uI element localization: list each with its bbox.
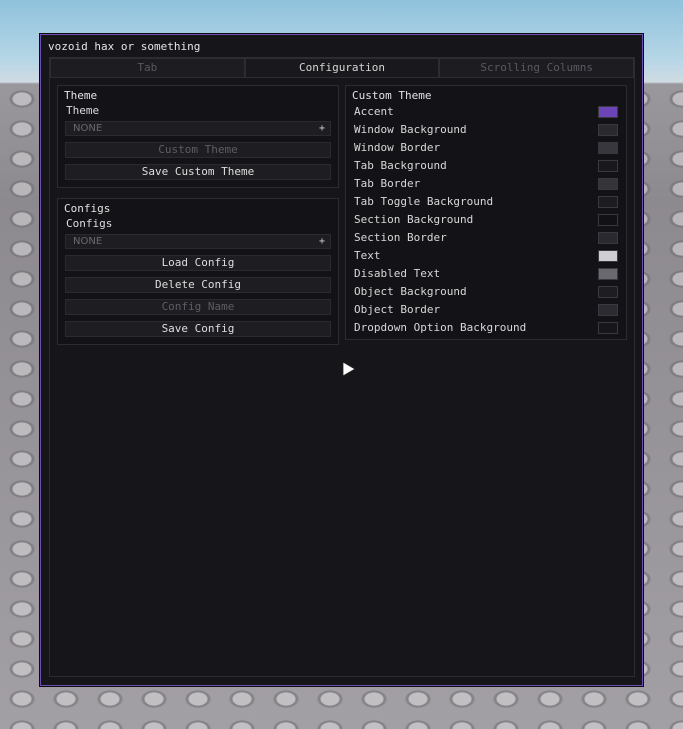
color-option-label: Window Background [354,123,467,136]
color-option-row: Tab Border [354,176,618,192]
ui-window: vozoid hax or something Tab Configuratio… [40,34,643,686]
color-option-label: Window Border [354,141,441,154]
configs-dropdown-label: Configs [66,217,113,230]
color-option-label: Accent [354,105,394,118]
color-swatch[interactable] [598,250,618,262]
color-option-label: Tab Background [354,159,447,172]
color-option-row: Object Border [354,302,618,318]
load-config-button[interactable]: Load Config [65,255,331,271]
color-option-label: Section Border [354,231,447,244]
window-title: vozoid hax or something [48,40,201,53]
custom-theme-title: Custom Theme [352,89,432,102]
color-option-row: Accent [354,104,618,120]
custom-theme-section: Custom Theme Accent Window Background Wind… [345,85,627,340]
configs-section: Configs Configs NONE + Load Config Delet… [57,198,339,345]
color-option-row: Window Background [354,122,618,138]
configs-dropdown[interactable]: NONE + [65,234,331,249]
color-option-label: Tab Toggle Background [354,195,494,208]
color-swatch[interactable] [598,160,618,172]
theme-section: Theme Theme NONE + Custom Theme Save Cus… [57,85,339,188]
tab-bar: Tab Configuration Scrolling Columns [50,58,635,78]
color-option-label: Tab Border [354,177,421,190]
color-option-label: Disabled Text [354,267,441,280]
color-swatch[interactable] [598,106,618,118]
plus-icon: + [318,236,325,247]
color-swatch[interactable] [598,286,618,298]
color-swatch[interactable] [598,178,618,190]
color-swatch[interactable] [598,214,618,226]
theme-section-title: Theme [64,89,98,102]
color-swatch[interactable] [598,304,618,316]
color-option-label: Text [354,249,381,262]
color-option-row: Text [354,248,618,264]
color-option-label: Object Border [354,303,441,316]
color-option-label: Section Background [354,213,474,226]
color-option-row: Section Background [354,212,618,228]
delete-config-button[interactable]: Delete Config [65,277,331,293]
configs-section-title: Configs [64,202,111,215]
plus-icon: + [318,123,325,134]
color-swatch[interactable] [598,322,618,334]
custom-theme-button[interactable]: Custom Theme [65,142,331,158]
color-swatch[interactable] [598,124,618,136]
tab-configuration[interactable]: Configuration [244,58,440,78]
theme-dropdown[interactable]: NONE + [65,121,331,136]
config-name-input[interactable]: Config Name [65,299,331,315]
color-swatch[interactable] [598,232,618,244]
save-config-button[interactable]: Save Config [65,321,331,337]
color-option-row: Tab Background [354,158,618,174]
theme-dropdown-label: Theme [66,104,100,117]
color-swatch[interactable] [598,142,618,154]
color-option-row: Section Border [354,230,618,246]
tab-scrolling-columns[interactable]: Scrolling Columns [439,58,635,78]
tab-tab[interactable]: Tab [50,58,245,78]
save-custom-theme-button[interactable]: Save Custom Theme [65,164,331,180]
color-swatch[interactable] [598,196,618,208]
mouse-cursor-icon [342,361,356,377]
color-option-row: Object Background [354,284,618,300]
color-option-row: Window Border [354,140,618,156]
color-option-row: Dropdown Option Background [354,320,618,336]
theme-dropdown-value: NONE [73,123,103,134]
color-option-label: Object Background [354,285,467,298]
color-option-row: Disabled Text [354,266,618,282]
color-swatch[interactable] [598,268,618,280]
color-option-row: Tab Toggle Background [354,194,618,210]
configs-dropdown-value: NONE [73,236,103,247]
color-option-label: Dropdown Option Background [354,321,527,334]
